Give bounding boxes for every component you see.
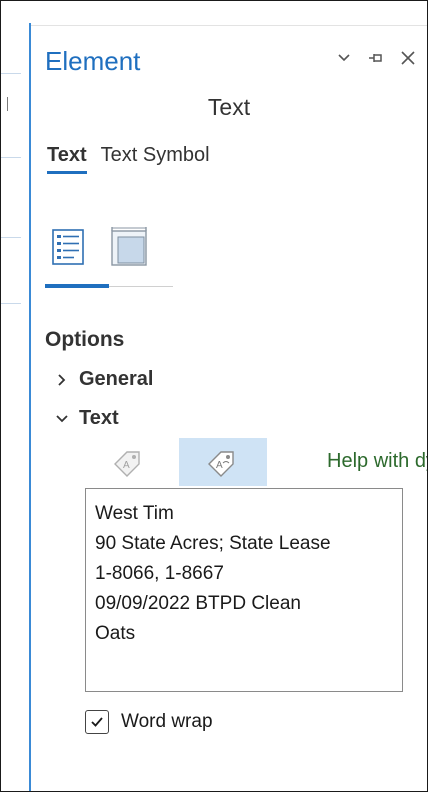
frame-display-icon[interactable] <box>107 224 153 270</box>
chevron-down-icon <box>55 412 69 426</box>
insert-text-tag-button[interactable]: A <box>85 438 173 486</box>
group-text-label: Text <box>79 407 119 429</box>
group-general-label: General <box>79 368 154 390</box>
text-toolbar: A A Help with dyn <box>85 438 427 486</box>
word-wrap-label: Word wrap <box>121 711 213 732</box>
background-app-edge <box>1 1 29 791</box>
background-tick <box>7 97 8 111</box>
dynamic-tag-icon: A <box>208 451 234 477</box>
text-content-input[interactable]: West Tim 90 State Acres; State Lease 1-8… <box>85 488 403 692</box>
background-gridline <box>1 157 21 158</box>
element-pane: Element Text Text Text Symbol Options Ge… <box>31 25 427 791</box>
tab-strip: Text Text Symbol <box>47 144 210 174</box>
background-gridline <box>1 303 21 304</box>
chevron-right-icon <box>55 373 69 387</box>
close-icon[interactable] <box>399 48 417 68</box>
insert-dynamic-text-button[interactable]: A <box>179 438 267 486</box>
tab-text[interactable]: Text <box>47 144 87 174</box>
checkmark-icon <box>91 717 103 727</box>
tag-a-icon: A <box>114 451 140 477</box>
pane-title: Element <box>45 46 141 76</box>
group-general[interactable]: General <box>55 368 153 391</box>
pane-title-controls <box>335 48 417 68</box>
tab-text-symbol[interactable]: Text Symbol <box>101 144 210 174</box>
window-frame: Element Text Text Text Symbol Options Ge… <box>0 0 428 792</box>
chevron-down-icon[interactable] <box>335 48 353 68</box>
group-text[interactable]: Text <box>55 407 119 430</box>
view-switcher <box>47 224 153 270</box>
word-wrap-option: Word wrap <box>85 710 213 734</box>
options-heading: Options <box>45 328 125 351</box>
background-gridline <box>1 237 21 238</box>
svg-text:A: A <box>216 460 223 471</box>
word-wrap-checkbox[interactable] <box>85 710 109 734</box>
background-gridline <box>1 73 21 74</box>
pane-subtitle: Text <box>207 94 251 120</box>
svg-text:A: A <box>123 460 130 471</box>
pin-icon[interactable] <box>367 48 385 68</box>
help-dynamic-text-link[interactable]: Help with dyn <box>327 450 427 473</box>
view-divider <box>109 286 173 287</box>
view-active-indicator <box>45 284 109 288</box>
properties-list-icon[interactable] <box>47 224 93 270</box>
